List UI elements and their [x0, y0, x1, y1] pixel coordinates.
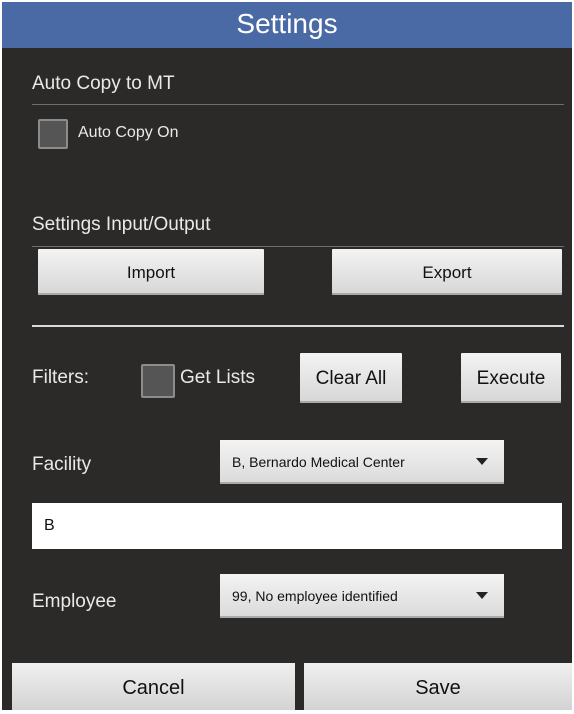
settings-screen: Settings Auto Copy to MT Auto Copy On Se… — [2, 2, 572, 710]
export-button[interactable]: Export — [332, 249, 562, 295]
section-separator — [32, 325, 564, 327]
import-button[interactable]: Import — [38, 249, 264, 295]
get-lists-checkbox[interactable] — [141, 364, 175, 398]
get-lists-label: Get Lists — [180, 367, 255, 388]
auto-copy-section-title: Auto Copy to MT — [32, 73, 175, 94]
auto-copy-checkbox[interactable] — [38, 119, 68, 149]
facility-search-field[interactable]: B — [32, 503, 562, 549]
facility-label: Facility — [32, 454, 92, 475]
save-button[interactable]: Save — [304, 663, 572, 710]
chevron-down-icon — [476, 458, 488, 465]
chevron-down-icon — [476, 592, 488, 599]
io-section-title: Settings Input/Output — [32, 214, 211, 235]
execute-button[interactable]: Execute — [461, 353, 561, 403]
filters-label: Filters: — [32, 367, 89, 388]
employee-selected-value: 99, No employee identified — [232, 588, 398, 604]
facility-selected-value: B, Bernardo Medical Center — [232, 454, 405, 470]
cancel-button[interactable]: Cancel — [12, 663, 295, 710]
facility-dropdown[interactable]: B, Bernardo Medical Center — [220, 440, 504, 484]
page-title: Settings — [2, 2, 572, 48]
employee-dropdown[interactable]: 99, No employee identified — [220, 574, 504, 618]
employee-label: Employee — [32, 591, 117, 612]
io-divider — [32, 246, 564, 247]
clear-all-button[interactable]: Clear All — [300, 353, 402, 403]
auto-copy-label: Auto Copy On — [78, 124, 179, 141]
auto-copy-divider — [32, 104, 564, 105]
